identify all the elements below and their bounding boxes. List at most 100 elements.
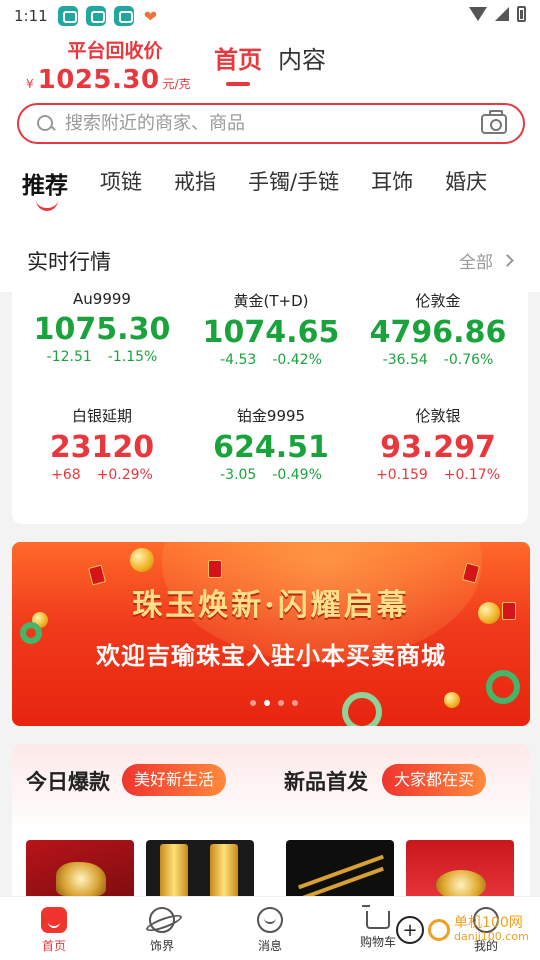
watermark-text: 单机100网 danji100.com [454, 916, 529, 944]
pagination-dot-active[interactable] [264, 700, 270, 706]
banner-title: 珠玉焕新·闪耀启幕 [132, 588, 410, 623]
quote-change-percent: +0.17% [443, 467, 501, 483]
category-bracelet[interactable]: 手镯/手链 [248, 166, 339, 200]
quote-change-percent: -0.42% [272, 352, 322, 368]
search-bar[interactable] [17, 103, 525, 144]
watermark-logo-icon: + [396, 916, 424, 944]
recycle-price-box[interactable]: 平台回收价 ¥ 1025.30 元/克 [26, 36, 196, 95]
product-thumbnail-gold-bars[interactable] [146, 840, 254, 904]
product-thumbnail-chopsticks[interactable] [286, 840, 394, 904]
quote-gold-td[interactable]: 黄金(T+D) 1074.65 -4.53 -0.42% [187, 290, 355, 368]
quote-silver-deferred[interactable]: 白银延期 23120 +68 +0.29% [18, 405, 186, 483]
search-input[interactable] [65, 113, 481, 134]
quote-change-value: -4.53 [220, 352, 257, 368]
new-arrivals-tag[interactable]: 大家都在买 [382, 764, 487, 796]
quote-name: 黄金(T+D) [233, 292, 309, 310]
quote-change-value: +68 [51, 467, 81, 483]
category-ring[interactable]: 戒指 [174, 166, 216, 200]
wifi-icon [469, 7, 487, 21]
nav-home-label: 首页 [41, 939, 66, 953]
category-necklace[interactable]: 项链 [100, 166, 142, 200]
product-thumbnail-horse[interactable] [26, 840, 134, 904]
recycle-price-title: 平台回收价 [67, 40, 163, 62]
camera-icon[interactable] [481, 109, 507, 134]
new-arrivals-title: 新品首发 [284, 770, 368, 794]
nav-messages-label: 消息 [257, 939, 282, 953]
watermark-logo-icon [428, 919, 450, 941]
quote-price: 23120 [49, 430, 155, 465]
quote-price: 1074.65 [202, 315, 340, 350]
today-hot-tag[interactable]: 美好新生活 [122, 764, 227, 796]
quote-name: 伦敦金 [415, 292, 461, 310]
red-packet-icon [208, 560, 222, 578]
signal-icon [495, 7, 509, 21]
quote-name: 铂金9995 [236, 407, 306, 425]
quote-change: -12.51 -1.15% [18, 349, 186, 365]
quote-change: +68 +0.29% [18, 467, 186, 483]
banner-subtitle: 欢迎吉瑜珠宝入驻小本买卖商城 [96, 642, 446, 670]
quote-name: 白银延期 [71, 407, 132, 425]
battery-icon [517, 6, 526, 22]
category-tabs: 推荐 项链 戒指 手镯/手链 耳饰 婚庆 [22, 166, 519, 211]
quote-name: 伦敦银 [415, 407, 461, 425]
cart-icon [362, 905, 390, 929]
gold-coin-icon [444, 692, 460, 708]
notification-app-icon [113, 6, 134, 26]
quote-change-value: +0.159 [375, 467, 428, 483]
tab-home[interactable]: 首页 [214, 40, 262, 86]
recycle-price-value: 1025.30 [37, 65, 160, 95]
quote-change-value: -3.05 [220, 467, 257, 483]
quote-change-value: -36.54 [382, 352, 428, 368]
site-watermark: + 单机100网 danji100.com [396, 916, 529, 944]
recycle-price-unit: 元/克 [162, 77, 191, 91]
message-icon [257, 907, 283, 933]
watermark-line2: danji100.com [454, 930, 529, 943]
category-earrings[interactable]: 耳饰 [371, 166, 413, 200]
category-recommend[interactable]: 推荐 [22, 166, 68, 211]
quote-platinum[interactable]: 铂金9995 624.51 -3.05 -0.49% [187, 405, 355, 483]
tab-content[interactable]: 内容 [278, 40, 326, 75]
market-title: 实时行情 [27, 250, 111, 274]
currency-symbol: ¥ [26, 77, 34, 91]
planet-icon [149, 907, 175, 933]
quote-change: -3.05 -0.49% [187, 467, 355, 483]
quote-au9999[interactable]: Au9999 1075.30 -12.51 -1.15% [18, 290, 186, 365]
market-card: 实时行情 全部 Au9999 1075.30 -12.51 -1.15% 黄金(… [12, 226, 528, 524]
watermark-line1: 单机100网 [454, 915, 523, 931]
chevron-right-icon [501, 254, 514, 267]
pagination-dot[interactable] [278, 700, 284, 706]
status-right [469, 6, 526, 22]
market-all-link[interactable]: 全部 [459, 248, 514, 273]
quote-change-percent: -1.15% [107, 349, 158, 365]
promo-banner[interactable]: 珠玉焕新·闪耀启幕 欢迎吉瑜珠宝入驻小本买卖商城 [12, 542, 530, 726]
hot-sale-section: 今日爆款 美好新生活 新品首发 大家都在买 [12, 744, 530, 904]
today-hot-title: 今日爆款 [26, 770, 110, 794]
quote-price: 1075.30 [33, 312, 171, 347]
gold-coin-icon [130, 548, 154, 572]
status-time: 1:11 [14, 7, 48, 25]
quote-change: -4.53 -0.42% [187, 352, 355, 368]
pagination-dot[interactable] [250, 700, 256, 706]
category-wedding[interactable]: 婚庆 [445, 166, 487, 200]
home-icon [41, 907, 67, 933]
product-thumbnail-gold-ornament[interactable] [406, 840, 514, 904]
nav-messages[interactable]: 消息 [216, 897, 324, 960]
quote-change-percent: +0.29% [96, 467, 153, 483]
nav-home[interactable]: 首页 [0, 897, 108, 960]
gold-bar-icon [210, 844, 238, 904]
quote-change-percent: -0.49% [272, 467, 322, 483]
nav-cart-label: 购物车 [359, 935, 396, 949]
quote-london-gold[interactable]: 伦敦金 4796.86 -36.54 -0.76% [354, 290, 522, 368]
notification-app-icon [57, 6, 78, 26]
quote-london-silver[interactable]: 伦敦银 93.297 +0.159 +0.17% [354, 405, 522, 483]
quote-change: -36.54 -0.76% [354, 352, 522, 368]
banner-pagination [250, 700, 298, 706]
notification-app-icon [85, 6, 106, 26]
gold-horse-icon [56, 862, 106, 896]
jade-bracelet-icon [342, 692, 382, 726]
quote-change-value: -12.51 [46, 349, 92, 365]
nav-jewelry-world[interactable]: 饰界 [108, 897, 216, 960]
heart-icon: ❤ [143, 6, 158, 26]
pagination-dot[interactable] [292, 700, 298, 706]
quote-change: +0.159 +0.17% [354, 467, 522, 483]
